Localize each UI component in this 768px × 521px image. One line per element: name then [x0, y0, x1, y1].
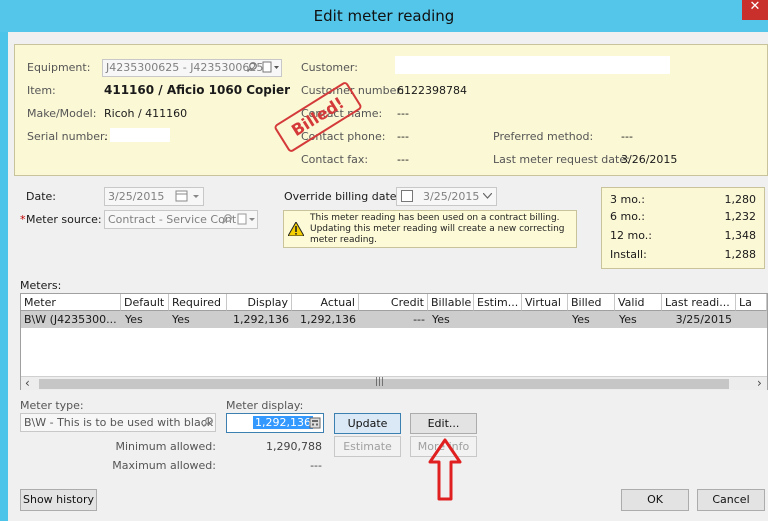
- equipment-label: Equipment:: [27, 61, 91, 74]
- serial-number-value: .: [104, 130, 108, 143]
- column-header[interactable]: Virtual: [522, 294, 568, 311]
- make-model-label: Make/Model:: [27, 107, 97, 120]
- customer-number-value: 6122398784: [397, 84, 467, 97]
- close-icon: ✕: [749, 0, 761, 14]
- stat-value: 1,280: [724, 193, 757, 206]
- table-cell: Yes: [172, 313, 190, 326]
- meters-label: Meters:: [20, 279, 62, 292]
- item-value: 411160 / Aficio 1060 Copier: [104, 83, 291, 97]
- table-cell: Yes: [432, 313, 450, 326]
- edit-button[interactable]: Edit...: [410, 413, 477, 434]
- meter-display-label: Meter display:: [226, 399, 304, 412]
- chevron-down-icon[interactable]: [483, 193, 492, 199]
- calculator-icon[interactable]: [309, 417, 321, 429]
- table-row[interactable]: B\W (J4235300... Yes Yes 1,292,136 1,292…: [21, 311, 767, 328]
- column-header[interactable]: Last readi...: [662, 294, 736, 311]
- make-model-value: Ricoh / 411160: [104, 107, 188, 120]
- column-header[interactable]: Meter: [21, 294, 121, 311]
- red-arrow-annotation: [428, 438, 462, 501]
- date-value: 3/25/2015: [108, 190, 165, 203]
- customer-redaction: [395, 56, 670, 74]
- scrollbar-thumb[interactable]: |||: [39, 377, 729, 389]
- meter-display-input[interactable]: 1,292,136: [226, 413, 324, 433]
- table-cell: B\W (J4235300...: [24, 313, 117, 326]
- warning-box: This meter reading has been used on a co…: [283, 210, 577, 248]
- scroll-left-icon[interactable]: ‹: [25, 376, 30, 390]
- last-request-value: 3/26/2015: [621, 153, 678, 166]
- stat-label: Install:: [610, 248, 647, 261]
- minimum-allowed-value: 1,290,788: [266, 440, 322, 453]
- meter-source-label: Meter source:: [26, 213, 102, 226]
- scroll-right-icon[interactable]: ›: [757, 376, 762, 390]
- override-billing-value: 3/25/2015: [423, 190, 480, 203]
- estimate-button[interactable]: Estimate: [334, 436, 401, 457]
- column-header[interactable]: Required: [169, 294, 227, 311]
- column-header[interactable]: Valid: [615, 294, 662, 311]
- maximum-allowed-value: ---: [310, 459, 322, 472]
- equipment-value: J4235300625 - J4235300625: [106, 61, 264, 74]
- date-label: Date:: [26, 190, 56, 203]
- calendar-dropdown-icon[interactable]: [175, 190, 203, 202]
- column-header[interactable]: Billed: [568, 294, 615, 311]
- stat-label: 12 mo.:: [610, 229, 652, 242]
- stat-value: 1,288: [724, 248, 757, 261]
- preferred-method-value: ---: [621, 130, 633, 143]
- maximum-allowed-label: Maximum allowed:: [112, 459, 216, 472]
- show-history-button[interactable]: Show history: [20, 489, 97, 511]
- cancel-button[interactable]: Cancel: [697, 489, 765, 511]
- serial-number-label: Serial number:: [27, 130, 109, 143]
- table-cell: 1,292,136: [300, 313, 356, 326]
- column-header[interactable]: La: [736, 294, 767, 311]
- meter-source-search-icon[interactable]: [221, 213, 257, 225]
- table-cell: 3/25/2015: [675, 313, 732, 326]
- column-header[interactable]: Display: [227, 294, 292, 311]
- contact-fax-value: ---: [397, 153, 409, 166]
- close-button[interactable]: ✕: [742, 0, 768, 20]
- contact-phone-value: ---: [397, 130, 409, 143]
- window-title: Edit meter reading: [313, 7, 455, 25]
- contact-name-value: ---: [397, 107, 409, 120]
- override-checkbox[interactable]: [401, 190, 413, 202]
- scroll-grip-icon: |||: [375, 377, 385, 387]
- meter-type-value: B\W - This is to be used with black an: [24, 416, 216, 429]
- table-cell: ---: [413, 313, 425, 326]
- warning-icon: [288, 222, 304, 236]
- meter-display-value: 1,292,136: [253, 416, 313, 429]
- column-header[interactable]: Credit: [359, 294, 428, 311]
- meter-type-label: Meter type:: [20, 399, 84, 412]
- item-label: Item:: [27, 84, 56, 97]
- column-header[interactable]: Default: [121, 294, 169, 311]
- minimum-allowed-label: Minimum allowed:: [115, 440, 216, 453]
- ok-button[interactable]: OK: [621, 489, 689, 511]
- column-header[interactable]: Actual: [292, 294, 359, 311]
- meter-type-field[interactable]: B\W - This is to be used with black an: [20, 413, 216, 432]
- customer-label: Customer:: [301, 61, 358, 74]
- meter-type-search-icon[interactable]: [202, 416, 214, 428]
- update-button[interactable]: Update: [334, 413, 401, 434]
- last-request-label: Last meter request date:: [493, 153, 630, 166]
- override-billing-label: Override billing date:: [284, 190, 401, 203]
- contact-fax-label: Contact fax:: [301, 153, 369, 166]
- stat-value: 1,232: [724, 210, 757, 223]
- serial-redaction: [110, 128, 170, 142]
- search-icon[interactable]: [246, 61, 258, 73]
- document-dropdown-icon[interactable]: [262, 61, 280, 73]
- required-marker: *: [20, 213, 26, 226]
- preferred-method-label: Preferred method:: [493, 130, 594, 143]
- stat-label: 6 mo.:: [610, 210, 645, 223]
- stat-label: 3 mo.:: [610, 193, 645, 206]
- table-cell: Yes: [619, 313, 637, 326]
- column-header[interactable]: Billable: [428, 294, 474, 311]
- meter-source-value: Contract - Service Cont: [108, 213, 237, 226]
- meters-grid: Meter Default Required Display Actual Cr…: [20, 293, 768, 390]
- column-header[interactable]: Estim...: [474, 294, 522, 311]
- horizontal-scrollbar[interactable]: ‹ ||| ›: [21, 376, 767, 390]
- warning-text: This meter reading has been used on a co…: [310, 213, 565, 245]
- stat-value: 1,348: [724, 229, 757, 242]
- table-cell: Yes: [125, 313, 143, 326]
- table-cell: Yes: [572, 313, 590, 326]
- table-cell: 1,292,136: [233, 313, 289, 326]
